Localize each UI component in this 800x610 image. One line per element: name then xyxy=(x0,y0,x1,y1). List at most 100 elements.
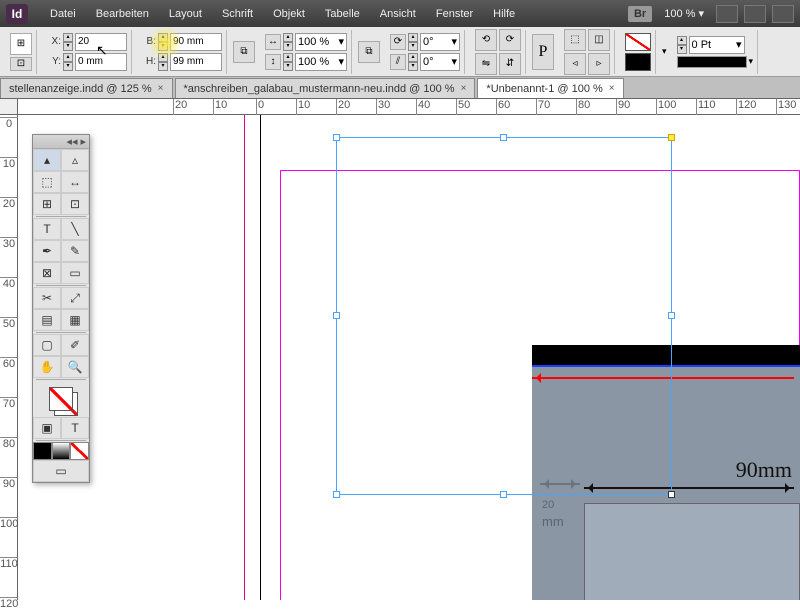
panel-menu-icon[interactable]: ▸ xyxy=(80,135,86,148)
menu-objekt[interactable]: Objekt xyxy=(263,8,315,20)
flip-h-icon[interactable]: ⇋ xyxy=(475,53,497,75)
stroke-swatch[interactable] xyxy=(625,53,651,71)
content-collector-tool[interactable]: ⊞ xyxy=(33,193,61,215)
close-icon[interactable]: × xyxy=(609,83,615,94)
hand-tool[interactable]: ✋ xyxy=(33,356,61,378)
handle-s[interactable] xyxy=(500,491,507,498)
tab-stellenanzeige[interactable]: stellenanzeige.indd @ 125 %× xyxy=(0,78,173,98)
select-prev-icon[interactable]: ◃ xyxy=(564,53,586,75)
zoom-level[interactable]: 100 % ▾ xyxy=(658,7,710,20)
handle-sw[interactable] xyxy=(333,491,340,498)
ruler-horizontal[interactable]: 20 10 0 10 20 30 40 50 60 70 80 90 100 1… xyxy=(18,99,800,115)
shear-spinner[interactable]: ▴▾ xyxy=(408,53,418,71)
apply-color-row[interactable] xyxy=(33,442,89,460)
y-input[interactable] xyxy=(75,53,127,71)
type-tool[interactable]: T xyxy=(33,218,61,240)
apply-gradient-icon[interactable] xyxy=(52,442,71,460)
handle-w[interactable] xyxy=(333,312,340,319)
pen-tool[interactable]: ✒ xyxy=(33,240,61,262)
tools-panel-header[interactable]: ◂◂▸ xyxy=(33,135,89,149)
shear-select[interactable]: 0°▾ xyxy=(420,53,460,71)
pencil-tool[interactable]: ✎ xyxy=(61,240,89,262)
select-container-icon[interactable]: ⬚ xyxy=(564,29,586,51)
y-spinner[interactable]: ▴▾ xyxy=(63,53,73,71)
rotate-cw-icon[interactable]: ⟳ xyxy=(499,29,521,51)
stroke-style-arrow-icon[interactable]: ▾ xyxy=(749,56,754,67)
eyedropper-tool[interactable]: ✐ xyxy=(61,334,89,356)
handle-se[interactable] xyxy=(668,491,675,498)
select-next-icon[interactable]: ▹ xyxy=(588,53,610,75)
handle-e[interactable] xyxy=(668,312,675,319)
constrain-wh-icon[interactable]: ⧉ xyxy=(233,41,255,63)
format-container-icon[interactable]: ▣ xyxy=(33,417,61,439)
stroke-spinner[interactable]: ▴▾ xyxy=(677,36,687,54)
zoom-tool[interactable]: 🔍 xyxy=(61,356,89,378)
h-input[interactable] xyxy=(170,53,222,71)
arrange-icon[interactable] xyxy=(772,5,794,23)
menu-hilfe[interactable]: Hilfe xyxy=(483,8,525,20)
format-text-icon[interactable]: T xyxy=(61,417,89,439)
menu-datei[interactable]: Datei xyxy=(40,8,86,20)
gradient-feather-tool[interactable]: ▦ xyxy=(61,309,89,331)
reference-grid-icon[interactable]: ⊡ xyxy=(10,57,32,71)
w-input[interactable] xyxy=(170,33,222,51)
gradient-swatch-tool[interactable]: ▤ xyxy=(33,309,61,331)
selection-frame[interactable] xyxy=(336,137,672,495)
w-spinner[interactable]: ▴▾ xyxy=(158,33,168,51)
close-icon[interactable]: × xyxy=(461,83,467,94)
menu-schrift[interactable]: Schrift xyxy=(212,8,263,20)
page-tool[interactable]: ⬚ xyxy=(33,171,61,193)
bridge-button[interactable]: Br xyxy=(628,6,652,22)
rot-spinner[interactable]: ▴▾ xyxy=(408,33,418,51)
stroke-style-select[interactable] xyxy=(677,56,747,68)
menu-ansicht[interactable]: Ansicht xyxy=(370,8,426,20)
gap-tool[interactable]: ↔ xyxy=(61,171,89,193)
menu-fenster[interactable]: Fenster xyxy=(426,8,483,20)
sy-spinner[interactable]: ▴▾ xyxy=(283,53,293,71)
stroke-weight-select[interactable]: 0 Pt▾ xyxy=(689,36,745,54)
menu-bearbeiten[interactable]: Bearbeiten xyxy=(86,8,159,20)
free-transform-tool[interactable]: ⤢ xyxy=(61,287,89,309)
ruler-vertical[interactable]: 0 10 20 30 40 50 60 70 80 90 100 110 120 xyxy=(0,115,18,600)
guide-vertical[interactable] xyxy=(244,115,245,600)
x-spinner[interactable]: ▴▾ xyxy=(63,33,73,51)
view-mode-icon[interactable] xyxy=(716,5,738,23)
rectangle-frame-tool[interactable]: ⊠ xyxy=(33,262,61,284)
select-content-icon[interactable]: ◫ xyxy=(588,29,610,51)
apply-black-icon[interactable] xyxy=(33,442,52,460)
rotate-select[interactable]: 0°▾ xyxy=(420,33,460,51)
scissors-tool[interactable]: ✂ xyxy=(33,287,61,309)
p-reference-icon[interactable]: P xyxy=(532,34,554,70)
collapse-icon[interactable]: ◂◂ xyxy=(66,135,77,148)
handle-n[interactable] xyxy=(500,134,507,141)
scale-y-select[interactable]: 100 %▾ xyxy=(295,53,347,71)
view-mode-tool[interactable]: ▭ xyxy=(33,460,89,482)
menu-layout[interactable]: Layout xyxy=(159,8,212,20)
note-tool[interactable]: ▢ xyxy=(33,334,61,356)
handle-nw[interactable] xyxy=(333,134,340,141)
scale-x-select[interactable]: 100 %▾ xyxy=(295,33,347,51)
document-canvas[interactable]: 90mm 20mm xyxy=(18,115,800,600)
fill-stroke-swatch[interactable] xyxy=(33,381,89,417)
menu-tabelle[interactable]: Tabelle xyxy=(315,8,370,20)
close-icon[interactable]: × xyxy=(158,83,164,94)
direct-selection-tool[interactable]: ▵ xyxy=(61,149,89,171)
flip-v-icon[interactable]: ⇵ xyxy=(499,53,521,75)
swatch-dropdown-icon[interactable]: ▾ xyxy=(662,46,667,57)
apply-none-icon[interactable] xyxy=(70,442,89,460)
ruler-origin[interactable] xyxy=(0,99,18,115)
rotate-ccw-icon[interactable]: ⟲ xyxy=(475,29,497,51)
tab-anschreiben[interactable]: *anschreiben_galabau_mustermann-neu.indd… xyxy=(175,78,476,98)
fill-swatch[interactable] xyxy=(625,33,651,51)
constrain-scale-icon[interactable]: ⧉ xyxy=(358,41,380,63)
x-input[interactable] xyxy=(75,33,127,51)
tools-panel[interactable]: ◂◂▸ ▴ ▵ ⬚ ↔ ⊞ ⊡ T ╲ ✒ ✎ ⊠ ▭ ✂ ⤢ ▤ ▦ ▢ ✐ … xyxy=(32,134,90,483)
screen-mode-icon[interactable] xyxy=(744,5,766,23)
sx-spinner[interactable]: ▴▾ xyxy=(283,33,293,51)
tab-unbenannt[interactable]: *Unbenannt-1 @ 100 %× xyxy=(477,78,623,98)
line-tool[interactable]: ╲ xyxy=(61,218,89,240)
content-placer-tool[interactable]: ⊡ xyxy=(61,193,89,215)
rectangle-tool[interactable]: ▭ xyxy=(61,262,89,284)
selection-tool[interactable]: ▴ xyxy=(33,149,61,171)
h-spinner[interactable]: ▴▾ xyxy=(158,53,168,71)
